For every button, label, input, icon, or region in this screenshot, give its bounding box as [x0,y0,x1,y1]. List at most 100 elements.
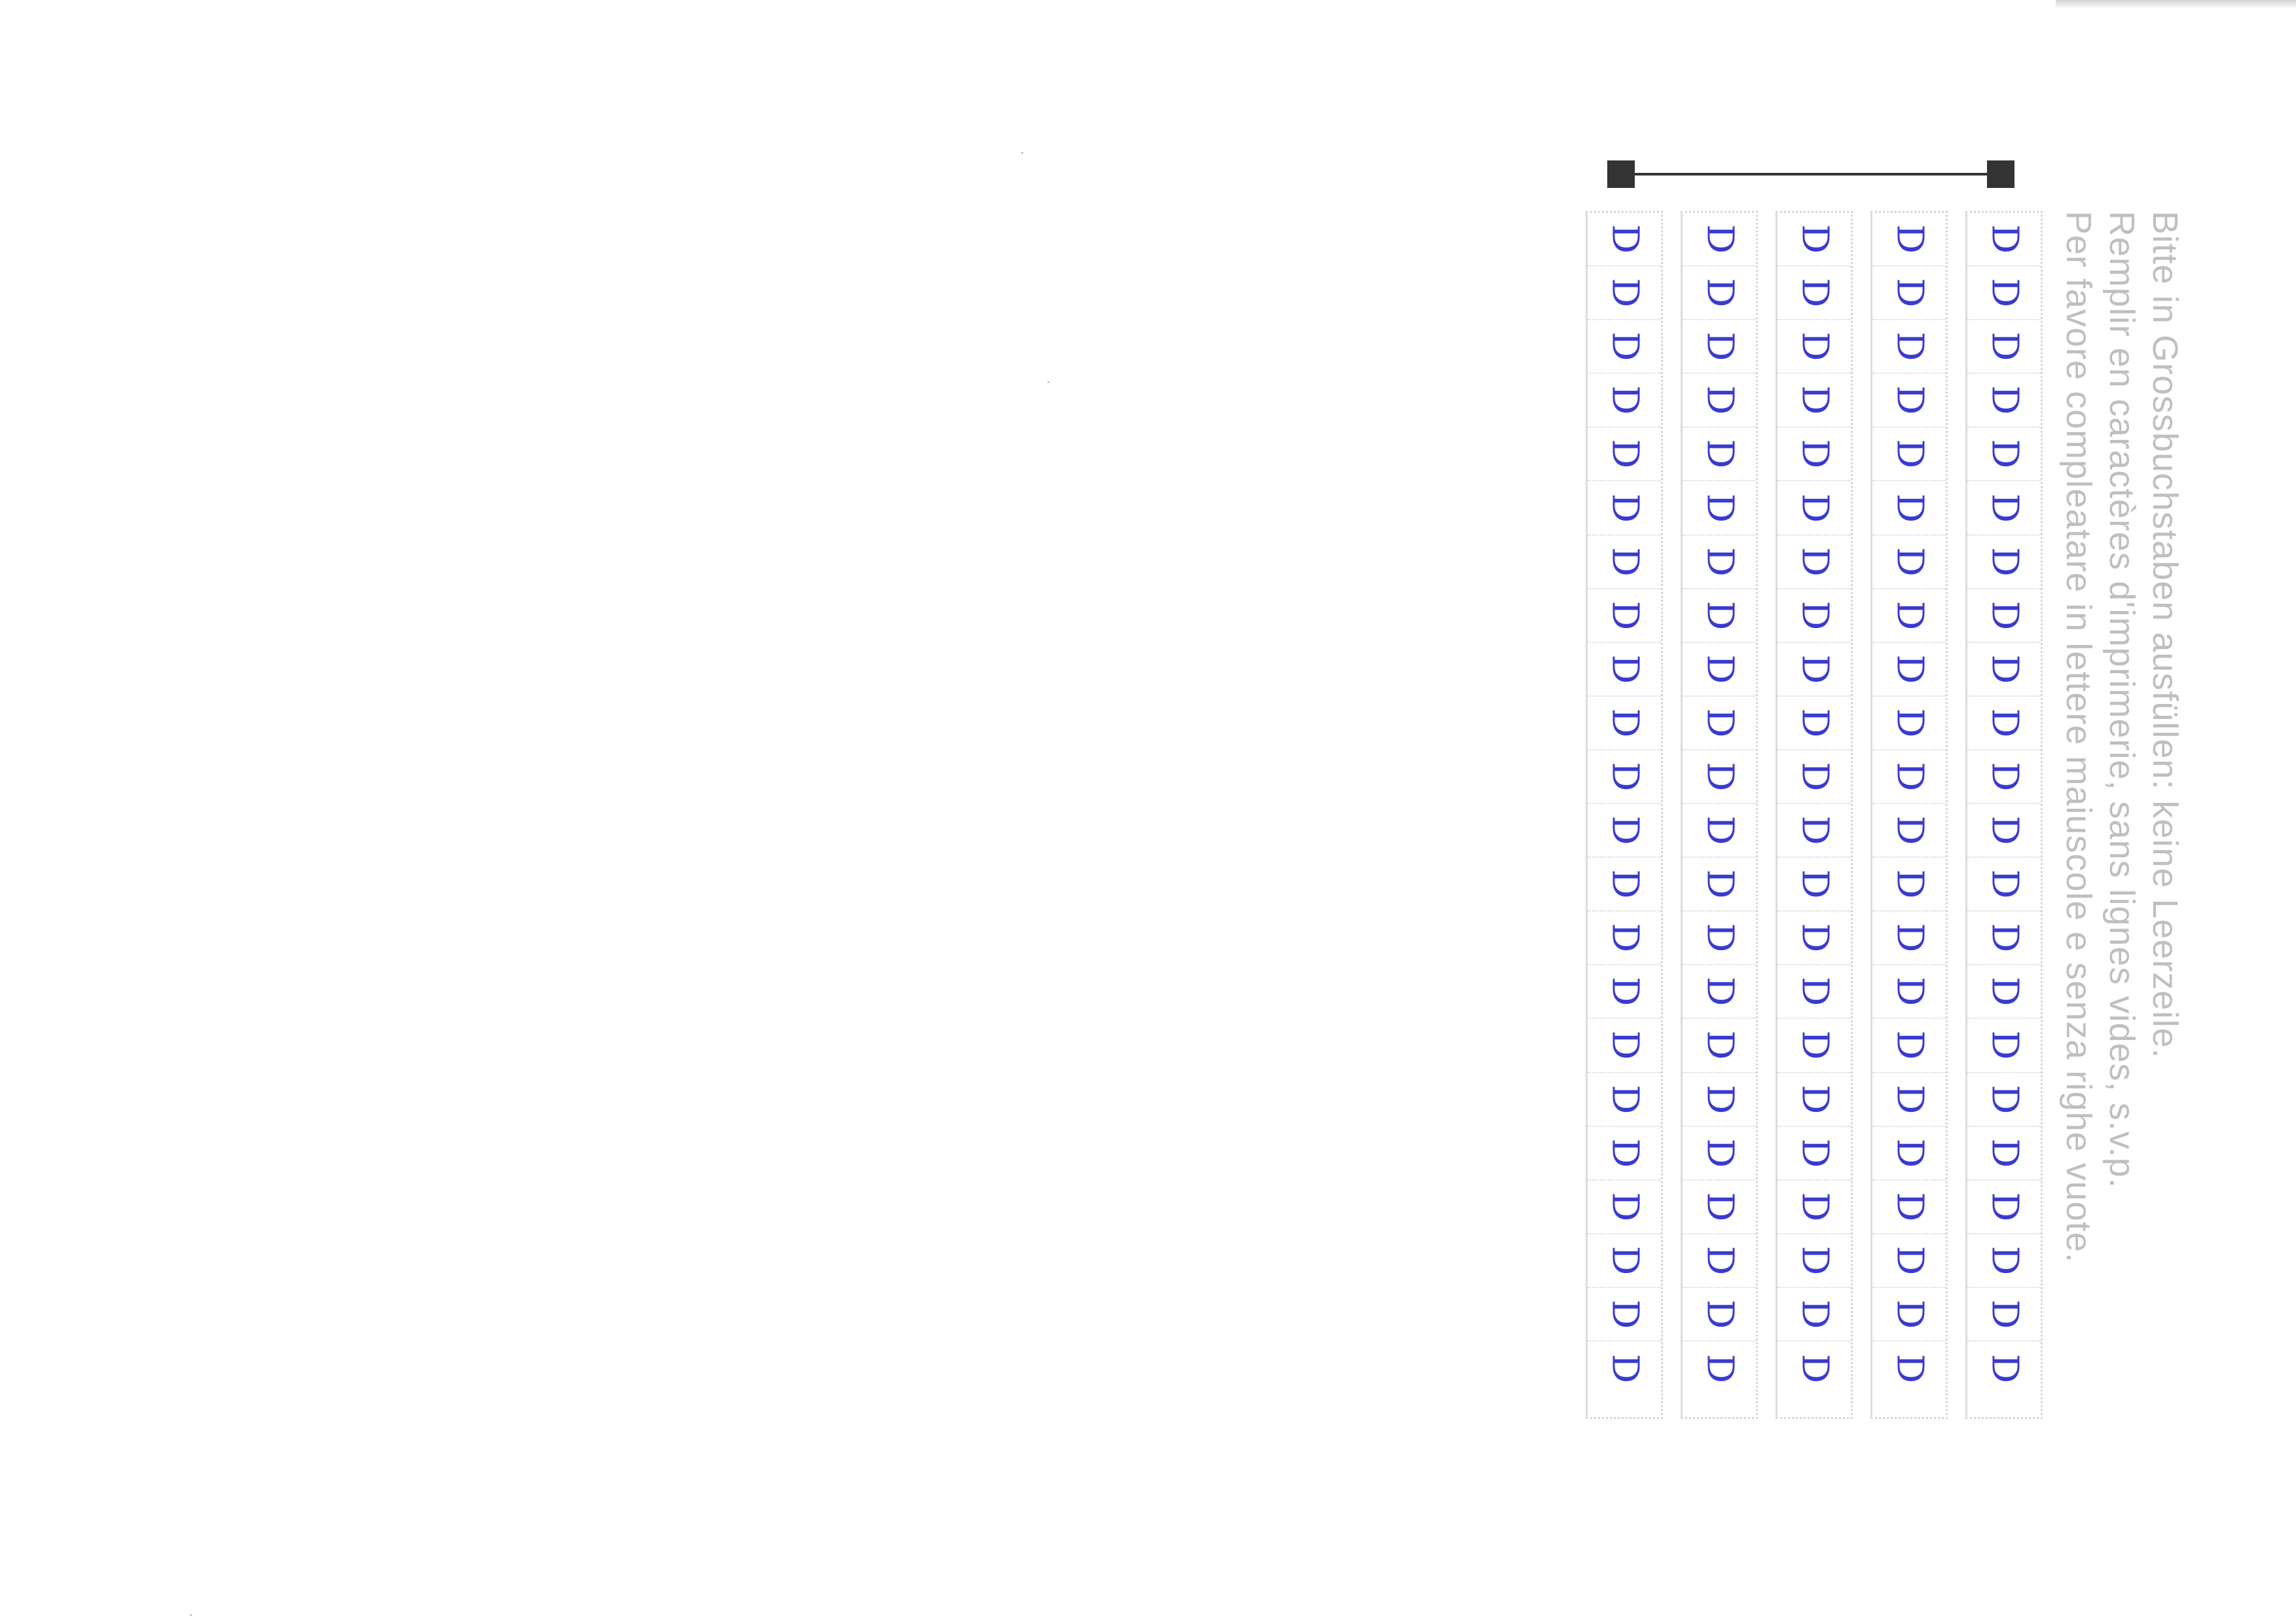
letter-cell[interactable]: D [1777,1127,1851,1181]
letter-cell[interactable]: D [1967,374,2041,428]
letter-cell[interactable]: D [1777,320,1851,375]
letter-cell[interactable]: D [1683,589,1756,643]
letter-cell[interactable]: D [1777,1019,1851,1073]
letter-cell[interactable]: D [1588,374,1661,428]
letter-cell[interactable]: D [1872,1234,1946,1288]
letter-cell[interactable]: D [1683,1127,1756,1181]
letter-cell[interactable]: D [1683,1234,1756,1288]
letter-cell[interactable]: D [1588,428,1661,482]
letter-cell[interactable]: D [1967,481,2041,536]
letter-cell[interactable]: D [1967,536,2041,589]
letter-cell[interactable]: D [1777,697,1851,750]
letter-cell[interactable]: D [1777,536,1851,589]
letter-cell[interactable]: D [1683,481,1756,536]
letter-cell[interactable]: D [1683,750,1756,805]
letter-cell[interactable]: D [1683,1181,1756,1234]
letter-cell[interactable]: D [1683,1019,1756,1073]
letter-cell[interactable]: D [1683,213,1756,267]
letter-cell[interactable]: D [1872,697,1946,750]
letter-cell[interactable]: D [1588,1127,1661,1181]
letter-cell[interactable]: D [1588,1181,1661,1234]
letter-cell[interactable]: D [1683,697,1756,750]
letter-cell[interactable]: D [1967,428,2041,482]
letter-cell[interactable]: D [1777,912,1851,966]
letter-cell[interactable]: D [1872,1019,1946,1073]
letter-cell[interactable]: D [1872,1073,1946,1127]
letter-cell[interactable]: D [1967,858,2041,912]
letter-cell[interactable]: D [1588,912,1661,966]
letter-cell[interactable]: D [1777,374,1851,428]
letter-cell[interactable]: D [1872,1288,1946,1342]
letter-cell[interactable]: D [1967,1019,2041,1073]
letter-cell[interactable]: D [1588,1073,1661,1127]
letter-cell[interactable]: D [1967,267,2041,321]
letter-cell[interactable]: D [1588,697,1661,750]
letter-cell[interactable]: D [1588,1019,1661,1073]
letter-cell[interactable]: D [1683,912,1756,966]
letter-cell[interactable]: D [1872,213,1946,267]
letter-cell[interactable]: D [1967,213,2041,267]
letter-cell[interactable]: D [1967,697,2041,750]
letter-cell[interactable]: D [1872,912,1946,966]
letter-cell[interactable]: D [1588,589,1661,643]
letter-cell[interactable]: D [1588,267,1661,321]
letter-cell[interactable]: D [1872,643,1946,697]
letter-cell[interactable]: D [1777,1342,1851,1395]
letter-cell[interactable]: D [1967,750,2041,805]
letter-cell[interactable]: D [1872,536,1946,589]
letter-cell[interactable]: D [1683,1342,1756,1395]
letter-cell[interactable]: D [1683,965,1756,1020]
letter-cell[interactable]: D [1683,536,1756,589]
letter-cell[interactable]: D [1588,858,1661,912]
letter-cell[interactable]: D [1777,965,1851,1020]
letter-cell[interactable]: D [1588,643,1661,697]
letter-cell[interactable]: D [1683,858,1756,912]
letter-cell[interactable]: D [1588,804,1661,858]
letter-cell[interactable]: D [1967,1234,2041,1288]
letter-cell[interactable]: D [1777,1181,1851,1234]
letter-cell[interactable]: D [1967,965,2041,1020]
letter-cell[interactable]: D [1967,643,2041,697]
letter-cell[interactable]: D [1967,1288,2041,1342]
letter-cell[interactable]: D [1967,1181,2041,1234]
letter-cell[interactable]: D [1777,858,1851,912]
letter-cell[interactable]: D [1872,589,1946,643]
letter-cell[interactable]: D [1872,858,1946,912]
letter-cell[interactable]: D [1872,267,1946,321]
letter-cell[interactable]: D [1872,428,1946,482]
letter-cell[interactable]: D [1967,320,2041,375]
letter-cell[interactable]: D [1967,804,2041,858]
letter-cell[interactable]: D [1683,804,1756,858]
letter-cell[interactable]: D [1777,589,1851,643]
letter-cell[interactable]: D [1683,1288,1756,1342]
letter-cell[interactable]: D [1967,912,2041,966]
letter-cell[interactable]: D [1777,1288,1851,1342]
letter-cell[interactable]: D [1683,320,1756,375]
letter-cell[interactable]: D [1777,750,1851,805]
letter-cell[interactable]: D [1588,750,1661,805]
letter-cell[interactable]: D [1967,1073,2041,1127]
letter-cell[interactable]: D [1967,1127,2041,1181]
letter-cell[interactable]: D [1683,643,1756,697]
letter-cell[interactable]: D [1777,643,1851,697]
letter-cell[interactable]: D [1872,965,1946,1020]
letter-cell[interactable]: D [1872,1342,1946,1395]
letter-cell[interactable]: D [1872,1127,1946,1181]
letter-cell[interactable]: D [1872,320,1946,375]
letter-cell[interactable]: D [1872,374,1946,428]
letter-cell[interactable]: D [1967,589,2041,643]
letter-cell[interactable]: D [1777,804,1851,858]
letter-cell[interactable]: D [1588,213,1661,267]
letter-cell[interactable]: D [1588,1234,1661,1288]
letter-cell[interactable]: D [1777,1234,1851,1288]
letter-cell[interactable]: D [1872,1181,1946,1234]
letter-cell[interactable]: D [1588,536,1661,589]
letter-cell[interactable]: D [1683,428,1756,482]
letter-cell[interactable]: D [1588,320,1661,375]
letter-cell[interactable]: D [1777,481,1851,536]
letter-cell[interactable]: D [1872,481,1946,536]
letter-cell[interactable]: D [1777,1073,1851,1127]
letter-cell[interactable]: D [1967,1342,2041,1395]
letter-cell[interactable]: D [1777,428,1851,482]
letter-cell[interactable]: D [1683,267,1756,321]
